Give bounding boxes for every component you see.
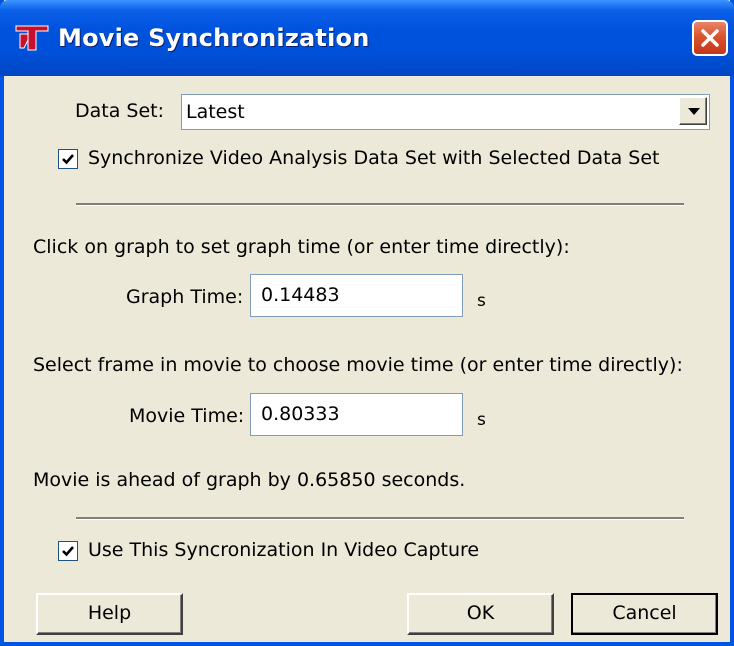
movie-time-unit: s xyxy=(477,410,486,430)
data-set-select[interactable]: Latest xyxy=(181,94,710,130)
graph-time-value: 0.14483 xyxy=(261,284,340,306)
capture-checkbox-label[interactable]: Use This Syncronization In Video Capture xyxy=(88,539,479,561)
help-button[interactable]: Help xyxy=(36,593,183,635)
data-set-label: Data Set: xyxy=(75,100,165,122)
graph-time-input[interactable]: 0.14483 xyxy=(250,274,463,317)
cancel-button[interactable]: Cancel xyxy=(571,593,718,635)
data-set-dropdown-button[interactable] xyxy=(679,97,707,125)
title-bar[interactable]: Movie Synchronization xyxy=(0,0,734,76)
graph-time-unit: s xyxy=(477,291,486,311)
data-set-value: Latest xyxy=(186,101,245,123)
sync-checkbox[interactable] xyxy=(58,149,78,169)
graph-time-label: Graph Time: xyxy=(126,286,244,308)
movie-time-input[interactable]: 0.80333 xyxy=(250,393,463,436)
movie-instruction: Select frame in movie to choose movie ti… xyxy=(33,354,683,376)
ok-button[interactable]: OK xyxy=(407,593,554,635)
close-icon xyxy=(701,29,719,47)
offset-status-text: Movie is ahead of graph by 0.65850 secon… xyxy=(33,469,466,491)
app-logo-icon xyxy=(14,22,50,54)
check-icon xyxy=(62,154,74,165)
window-title: Movie Synchronization xyxy=(58,24,370,52)
graph-instruction: Click on graph to set graph time (or ent… xyxy=(33,236,570,258)
sync-checkbox-label[interactable]: Synchronize Video Analysis Data Set with… xyxy=(88,147,659,169)
separator-bottom xyxy=(76,517,684,520)
movie-time-value: 0.80333 xyxy=(261,403,340,425)
chevron-down-icon xyxy=(688,108,700,115)
close-button[interactable] xyxy=(692,20,728,56)
dialog-window: Movie Synchronization Data Set: Latest S… xyxy=(0,0,734,646)
movie-time-label: Movie Time: xyxy=(129,405,245,427)
separator-top xyxy=(76,203,684,206)
check-icon xyxy=(62,546,74,557)
capture-checkbox[interactable] xyxy=(58,541,78,561)
